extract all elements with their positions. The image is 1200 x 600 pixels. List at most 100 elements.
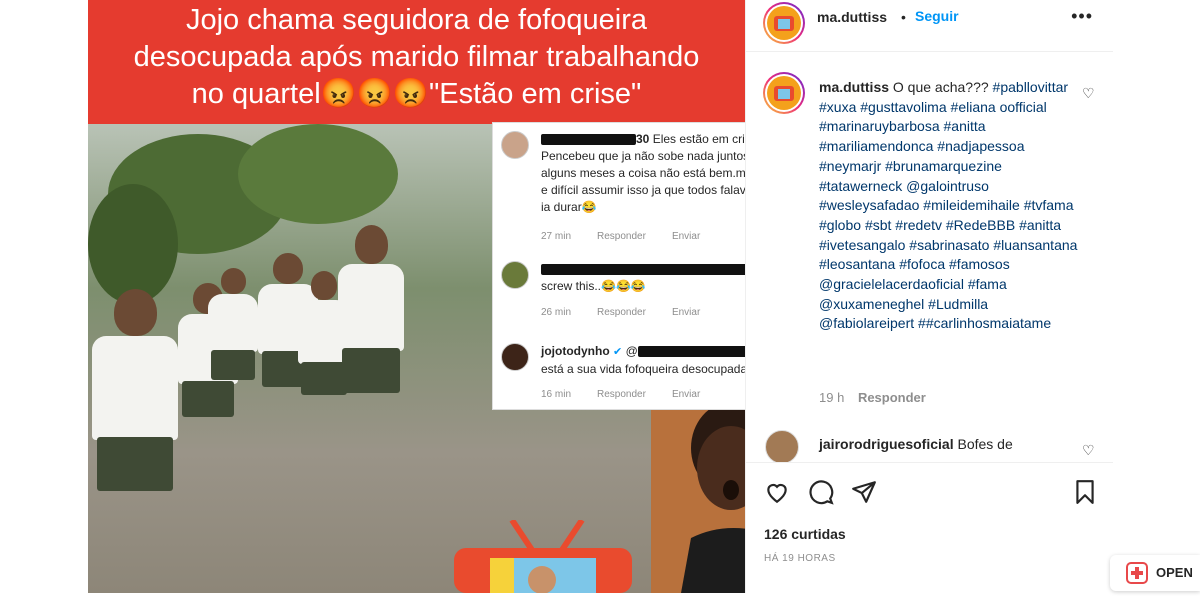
hashtag-link[interactable]: #tvfama (1024, 197, 1074, 213)
tree (88, 184, 178, 304)
hashtag-link[interactable]: #gusttavolima (860, 99, 946, 115)
hashtag-link[interactable]: #nadjapessoa (937, 138, 1024, 154)
comment-meta: 27 min Responder Enviar (541, 231, 726, 242)
comment-handle: 30 (636, 132, 650, 146)
hashtag-link[interactable]: #xuxa (819, 99, 856, 115)
redacted-handle (541, 134, 636, 146)
avatar (501, 261, 529, 289)
redacted-handle (541, 264, 745, 276)
avatar[interactable] (763, 2, 805, 44)
hashtag-link[interactable]: oofficial (1000, 99, 1047, 115)
hashtag-link[interactable]: @xuxameneghel (819, 296, 924, 312)
hashtag-link[interactable]: @galointruso (906, 178, 989, 194)
hashtag-link[interactable]: #sbt (865, 217, 891, 233)
separator-dot: • (901, 9, 906, 25)
send-link: Enviar (671, 231, 701, 242)
comment-icon[interactable] (808, 479, 834, 505)
hashtag-link[interactable]: #fama (968, 276, 1007, 292)
hashtag-link[interactable]: #pabllovittar (993, 79, 1069, 95)
comment-handle: jojotodynho (541, 344, 610, 358)
hashtag-link[interactable]: #mileidemihaile (923, 197, 1020, 213)
reply-link: Responder (597, 307, 646, 318)
reply-link: Responder (597, 389, 646, 400)
hashtag-link[interactable]: @fabiolareipert (819, 315, 914, 331)
hashtag-link[interactable]: #luansantana (993, 237, 1077, 253)
comment: jairorodriguesoficial Bofes de (819, 436, 1013, 452)
comment-username[interactable]: jairorodriguesoficial (819, 436, 954, 452)
headline-line-3: no quartel😡😡😡"Estão em crise" (191, 78, 642, 110)
plus-icon (1126, 562, 1148, 584)
caption-time: 19 h (819, 390, 845, 405)
hashtag-link[interactable]: #tatawerneck (819, 178, 902, 194)
headline-line-2: desocupada após marido filmar trabalhand… (133, 41, 700, 73)
avatar (501, 343, 529, 371)
avatar[interactable] (763, 72, 805, 114)
post-sidebar: ma.duttiss • Seguir ••• ma.duttiss O que… (745, 0, 1113, 593)
heart-icon[interactable]: ♡ (1082, 85, 1095, 102)
hashtag-link[interactable]: #leosantana (819, 256, 895, 272)
post-timestamp[interactable]: HÁ 19 HORAS (764, 553, 836, 564)
hashtag-link[interactable]: ##carlinhosmaiatame (918, 315, 1051, 331)
hashtag-link[interactable]: #RedeBBB (946, 217, 1015, 233)
bookmark-icon[interactable] (1072, 479, 1098, 505)
reaction-photo (651, 398, 745, 593)
send-icon[interactable] (851, 479, 877, 505)
username-link[interactable]: ma.duttiss (817, 9, 887, 25)
hashtag-link[interactable]: #brunamarquezine (885, 158, 1002, 174)
send-link: Enviar (671, 389, 701, 400)
heart-icon[interactable]: ♡ (1082, 442, 1095, 459)
hashtag-link[interactable]: #mariliamendonca (819, 138, 933, 154)
post-caption: ma.duttiss O que acha??? #pabllovittar #… (819, 78, 1084, 334)
soldier-figure (92, 289, 178, 516)
open-label: OPEN (1156, 565, 1193, 580)
headline-line-1: Jojo chama seguidora de fofoqueira (185, 4, 648, 36)
avatar[interactable] (765, 430, 799, 462)
post-headline-banner: Jojo chama seguidora de fofoqueira desoc… (88, 0, 745, 124)
tree (238, 124, 398, 224)
hashtag-link[interactable]: #sabrinasato (909, 237, 989, 253)
post-header: ma.duttiss • Seguir ••• (746, 0, 1113, 52)
open-button[interactable]: OPEN (1110, 555, 1200, 591)
comment-text: Bofes de (957, 436, 1013, 452)
reply-link: Responder (597, 231, 646, 242)
hashtag-link[interactable]: #famosos (949, 256, 1010, 272)
comment-text: screw this..😂😂😂 (541, 279, 646, 293)
follow-button[interactable]: Seguir (915, 8, 959, 24)
likes-count[interactable]: 126 curtidas (764, 526, 846, 542)
hashtag-link[interactable]: #marinaruybarbosa (819, 118, 940, 134)
soldier-figure (208, 268, 258, 394)
comment-time: 26 min (541, 307, 572, 318)
avatar (501, 131, 529, 159)
hashtag-link[interactable]: #neymarjr (819, 158, 881, 174)
more-options-icon[interactable]: ••• (1071, 6, 1093, 27)
soldier-figure (338, 225, 404, 414)
hashtag-link[interactable]: #fofoca (899, 256, 945, 272)
comment-meta: 16 min Responder Enviar (541, 389, 726, 400)
caption-username[interactable]: ma.duttiss (819, 79, 889, 95)
comment-meta: 26 min Responder Enviar (541, 307, 726, 318)
hashtag-link[interactable]: #anitta (1019, 217, 1061, 233)
hashtag-link[interactable]: #ivetesangalo (819, 237, 905, 253)
hashtag-link[interactable]: #anitta (944, 118, 986, 134)
comments-scroll-area[interactable]: ma.duttiss O que acha??? #pabllovittar #… (746, 52, 1113, 462)
hashtag-link[interactable]: #Ludmilla (928, 296, 988, 312)
caption-main-text: O que acha??? (892, 79, 989, 95)
verified-icon: ✔ (613, 346, 623, 358)
hashtag-link[interactable]: #eliana (951, 99, 996, 115)
mention: @ (625, 344, 638, 358)
hashtag-link[interactable]: @gracielelacerdaoficial (819, 276, 964, 292)
send-link: Enviar (671, 307, 701, 318)
post-media[interactable]: Jojo chama seguidora de fofoqueira desoc… (88, 0, 745, 593)
comment-time: 27 min (541, 231, 572, 242)
comment-text: está a sua vida fofoqueira desocupada (541, 362, 745, 376)
hashtag-link[interactable]: #globo (819, 217, 861, 233)
post-actions: 126 curtidas HÁ 19 HORAS (746, 462, 1113, 593)
reply-button[interactable]: Responder (858, 390, 926, 405)
caption-meta: 19 h Responder (819, 390, 936, 405)
heart-icon[interactable] (764, 479, 790, 505)
comment-time: 16 min (541, 389, 572, 400)
hashtag-link[interactable]: #wesleysafadao (819, 197, 919, 213)
redacted-handle (637, 346, 745, 358)
tv-logo-icon (452, 518, 634, 593)
hashtag-link[interactable]: #redetv (895, 217, 942, 233)
